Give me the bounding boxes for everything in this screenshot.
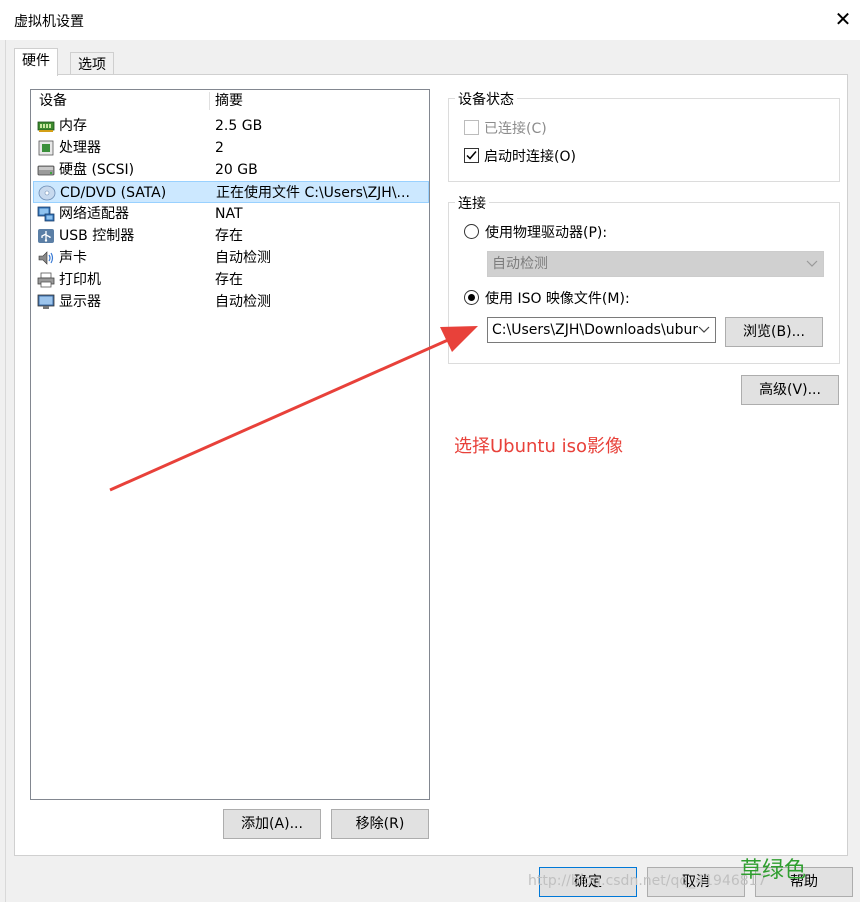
tab-hardware[interactable]: 硬件 [14, 48, 58, 76]
watermark-brand: 草绿色 [740, 858, 807, 883]
watermark-url: http://blog.csdn.net/qq_41946817 [528, 873, 767, 889]
annotation-arrow-icon [109, 326, 478, 492]
